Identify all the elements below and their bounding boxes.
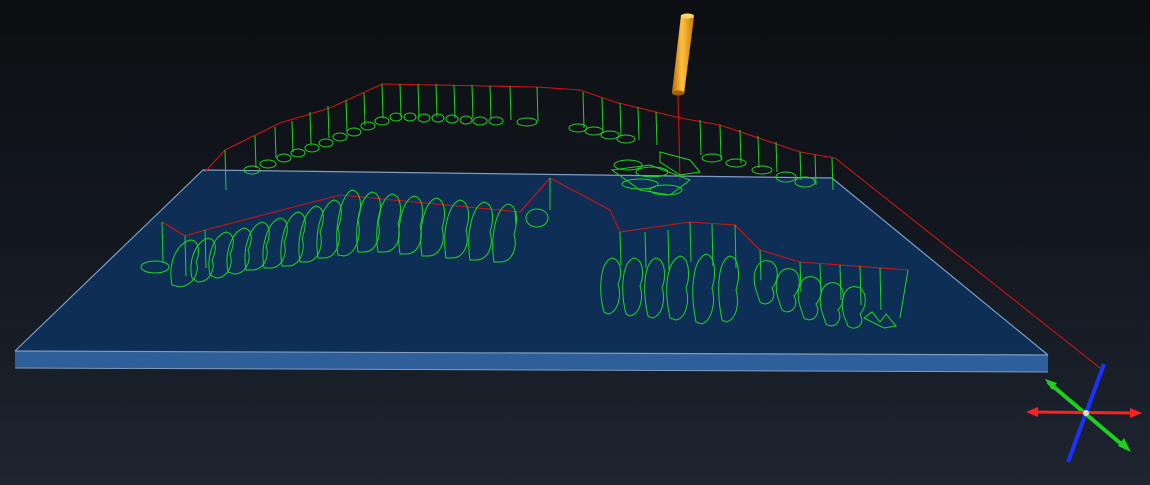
x-axis-arrow-neg [1026, 407, 1038, 417]
end-mill-tool-icon[interactable] [672, 13, 694, 96]
y-axis-arrow [1118, 438, 1131, 452]
rapid-plunge-line [677, 94, 681, 181]
stock-top-face [15, 170, 1048, 355]
3d-viewport[interactable] [0, 0, 1150, 485]
axis-origin [1083, 410, 1089, 416]
scene-canvas [14, 13, 1142, 463]
stock-block [14, 169, 1049, 373]
x-axis-arrow-pos [1130, 408, 1142, 418]
xyz-axis-triad-icon[interactable] [1026, 363, 1142, 463]
